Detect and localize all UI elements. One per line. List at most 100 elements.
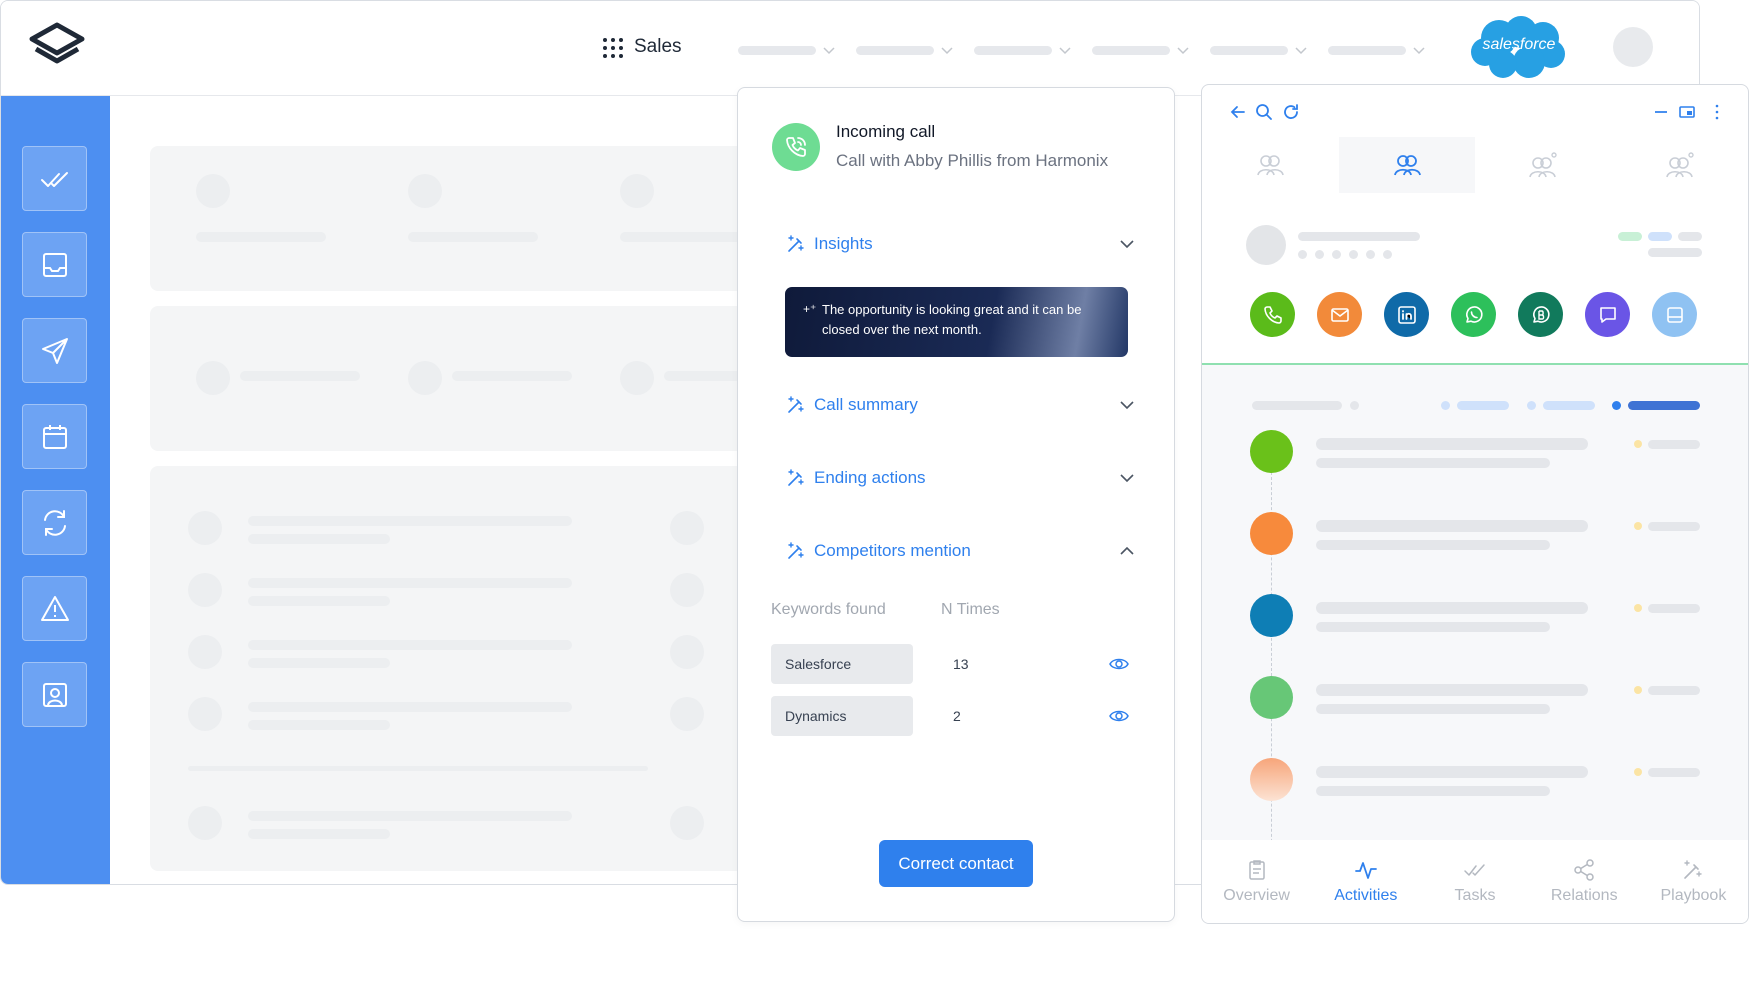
insights-label: Insights: [814, 234, 873, 253]
activity-timeline: [1202, 365, 1748, 840]
skeleton-line: [1648, 604, 1700, 613]
incoming-call-panel: Incoming call Call with Abby Phillis fro…: [737, 87, 1175, 922]
minimize-icon[interactable]: [1651, 102, 1671, 122]
whatsapp-channel-button[interactable]: [1451, 292, 1496, 337]
status-dot: [1634, 440, 1642, 448]
search-icon[interactable]: [1254, 102, 1274, 122]
nav-relations[interactable]: Relations: [1530, 840, 1639, 923]
chevron-down-icon: [823, 47, 835, 55]
refresh-icon[interactable]: [1281, 102, 1301, 122]
correct-contact-button[interactable]: Correct contact: [879, 840, 1033, 887]
skeleton-line: [1316, 520, 1588, 532]
app-logo-icon[interactable]: [26, 21, 88, 73]
salesforce-cloud-logo[interactable]: [1469, 14, 1569, 82]
timeline-dot[interactable]: [1250, 594, 1293, 637]
chevron-up-icon: [1120, 546, 1134, 555]
chevron-down-icon: [1120, 474, 1134, 483]
chevron-down-icon: [1295, 47, 1307, 55]
nav-item[interactable]: [738, 43, 836, 57]
timeline-dot[interactable]: [1250, 512, 1293, 555]
filter-pill-active[interactable]: [1628, 401, 1700, 410]
sidebar: [1, 96, 110, 884]
nav-item[interactable]: [1092, 43, 1190, 57]
nav-item[interactable]: [856, 43, 954, 57]
nav-activities-label: Activities: [1334, 887, 1398, 904]
linkedin-icon: [1397, 305, 1416, 324]
business-chat-icon: [1532, 305, 1550, 323]
message-icon: [1599, 306, 1616, 323]
skeleton-line: [1316, 438, 1588, 450]
nav-activities[interactable]: Activities: [1311, 840, 1420, 923]
tab-contacts[interactable]: [1202, 137, 1339, 193]
tab-leads[interactable]: [1475, 137, 1612, 193]
competitors-label: Competitors mention: [814, 541, 971, 560]
eye-icon[interactable]: [1108, 705, 1130, 727]
skeleton-dot: [1366, 250, 1375, 259]
business-chat-channel-button[interactable]: [1518, 292, 1563, 337]
message-channel-button[interactable]: [1585, 292, 1630, 337]
filter-pill[interactable]: [1457, 401, 1509, 410]
nav-overview[interactable]: Overview: [1202, 840, 1311, 923]
more-menu-icon[interactable]: [1707, 102, 1727, 122]
status-pill: [1618, 232, 1642, 241]
skeleton-line: [1648, 440, 1700, 449]
nav-item[interactable]: [974, 43, 1072, 57]
skeleton-line: [1316, 684, 1588, 696]
sidebar-item-sync[interactable]: [22, 490, 87, 555]
skeleton-card: [150, 306, 750, 451]
tab-accounts[interactable]: [1338, 137, 1475, 193]
email-channel-button[interactable]: [1317, 292, 1362, 337]
sidebar-item-sent[interactable]: [22, 318, 87, 383]
competitors-section-toggle[interactable]: Competitors mention: [786, 536, 1136, 566]
sidebar-item-inbox[interactable]: [22, 232, 87, 297]
contact-avatar: [1246, 225, 1286, 265]
users-icon: [1257, 155, 1285, 176]
user-avatar[interactable]: [1613, 27, 1653, 67]
call-title: Incoming call: [836, 122, 936, 141]
status-dot: [1634, 522, 1642, 530]
top-bar: Sales salesforce: [1, 1, 1699, 96]
filter-pill[interactable]: [1543, 401, 1595, 410]
sidebar-item-contacts[interactable]: [22, 662, 87, 727]
app-launcher-icon[interactable]: [603, 38, 623, 58]
nav-playbook[interactable]: Playbook: [1639, 840, 1748, 923]
activity-icon: [1354, 862, 1377, 879]
tab-opportunities[interactable]: [1612, 137, 1749, 193]
timeline-dot[interactable]: [1250, 430, 1293, 473]
share-icon: [1574, 859, 1594, 881]
sidebar-item-done[interactable]: [22, 146, 87, 211]
clipboard-icon: [1248, 860, 1265, 880]
sidebar-item-alerts[interactable]: [22, 576, 87, 641]
times-column-header: N Times: [941, 601, 1000, 618]
skeleton-dot: [1332, 250, 1341, 259]
status-pill: [1678, 232, 1702, 241]
browser-icon: [1666, 306, 1683, 323]
ending-actions-section-toggle[interactable]: Ending actions: [786, 463, 1136, 493]
insights-section-toggle[interactable]: Insights: [786, 229, 1136, 259]
skeleton-line: [1316, 786, 1550, 796]
nav-tasks[interactable]: Tasks: [1420, 840, 1529, 923]
browser-channel-button[interactable]: [1652, 292, 1697, 337]
nav-item[interactable]: [1210, 43, 1308, 57]
nav-item[interactable]: [1328, 43, 1426, 57]
linkedin-channel-button[interactable]: [1384, 292, 1429, 337]
timeline-dot[interactable]: [1250, 676, 1293, 719]
back-arrow-icon[interactable]: [1228, 102, 1248, 122]
skeleton-dot: [1298, 250, 1307, 259]
eye-icon[interactable]: [1108, 653, 1130, 675]
sidebar-item-calendar[interactable]: [22, 404, 87, 469]
skeleton-line: [1648, 248, 1702, 257]
skeleton-dot: [1383, 250, 1392, 259]
insight-card: +⁺ The opportunity is looking great and …: [785, 287, 1128, 357]
chevron-down-icon: [941, 47, 953, 55]
timeline-dot[interactable]: [1250, 758, 1293, 801]
skeleton-line: [1648, 522, 1700, 531]
call-summary-section-toggle[interactable]: Call summary: [786, 390, 1136, 420]
skeleton-line: [1316, 602, 1588, 614]
picture-in-picture-icon[interactable]: [1677, 102, 1697, 122]
status-pill: [1648, 232, 1672, 241]
phone-channel-button[interactable]: [1250, 292, 1295, 337]
skeleton-dot: [1315, 250, 1324, 259]
keyword-chip: Salesforce: [771, 644, 913, 684]
status-dot: [1634, 686, 1642, 694]
